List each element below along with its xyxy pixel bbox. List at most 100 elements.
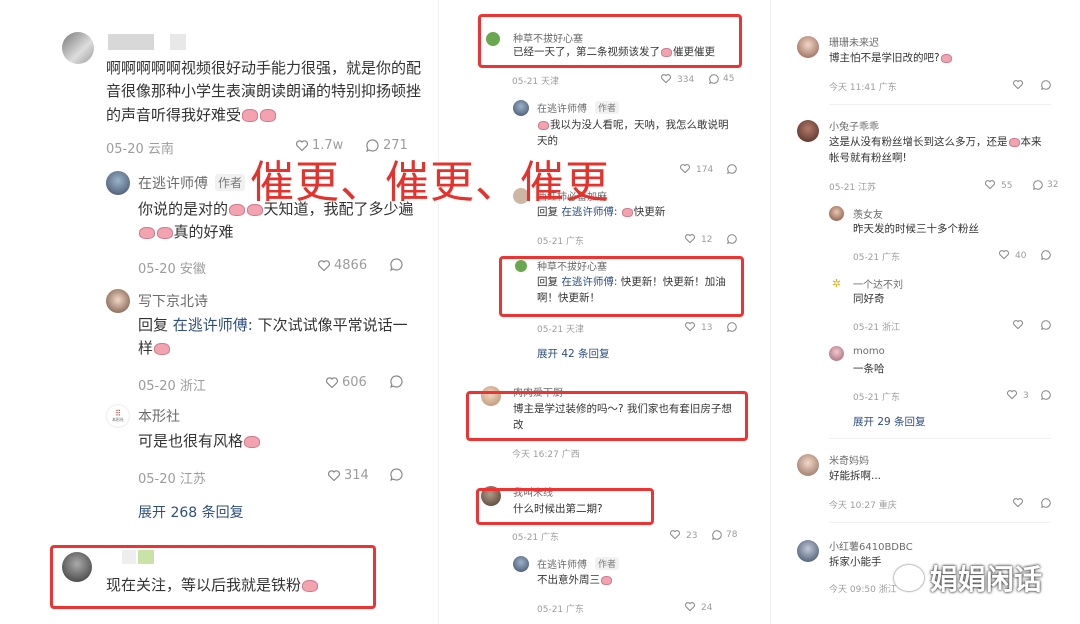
comment-button[interactable] <box>390 258 403 271</box>
reply-text: 回复 在逃许师傅: 下次试试像平常说话一 样 <box>138 316 408 358</box>
reply-mention[interactable]: 在逃许师傅: <box>173 316 253 334</box>
like-button[interactable] <box>1013 80 1025 91</box>
author-name[interactable]: 米奇妈妈 <box>829 452 869 467</box>
comment-date: 05-21 广东 <box>512 533 560 543</box>
comment-text: 博主怕不是学旧改的吧? <box>829 50 953 66</box>
reply-text: 昨天发的时候三十多个粉丝 <box>853 223 979 235</box>
author-name[interactable]: 写下京北诗 <box>138 291 208 311</box>
emoji-icon <box>538 121 550 130</box>
like-button[interactable]: 174 <box>680 164 713 175</box>
avatar[interactable] <box>106 289 130 313</box>
comment-button[interactable] <box>390 375 403 388</box>
like-button[interactable]: 334 <box>661 74 694 85</box>
author-name[interactable]: 小兔子乖乖 <box>829 118 879 133</box>
wechat-icon <box>893 565 924 591</box>
divider <box>829 522 1051 523</box>
reply-text: 可是也很有风格 <box>138 430 261 453</box>
reply-date: 05-21 浙江 <box>853 323 901 333</box>
comment-button[interactable] <box>1041 250 1051 260</box>
comment-icon <box>390 258 403 271</box>
author-tag: 作者 <box>215 174 246 191</box>
comment-date: 05-21 天津 <box>512 77 560 87</box>
like-button[interactable]: 3 <box>1007 390 1029 401</box>
author-name[interactable]: 本形社 <box>138 406 180 426</box>
like-button[interactable]: 40 <box>999 250 1026 261</box>
reply-date: 05-21 广东 <box>537 237 585 247</box>
author-name[interactable]: 在逃许师傅 <box>537 100 587 115</box>
comment-button[interactable] <box>727 164 737 174</box>
heart-icon <box>1013 80 1025 91</box>
heart-icon <box>1013 498 1025 509</box>
comment-button[interactable]: 32 <box>1033 180 1058 190</box>
heart-icon <box>685 602 697 613</box>
like-button[interactable]: 606 <box>326 375 367 390</box>
overlay-shout-text: 催更、催更、催更 <box>250 157 610 208</box>
comment-icon <box>1041 320 1051 330</box>
author-name[interactable]: 羡女友 <box>853 206 883 221</box>
highlight-box <box>478 14 742 68</box>
comment-button[interactable] <box>390 468 403 481</box>
comment-icon <box>727 164 737 174</box>
expand-replies-link[interactable]: 展开 29 条回复 <box>853 414 926 429</box>
expand-replies-link[interactable]: 展开 268 条回复 <box>138 502 244 522</box>
like-button[interactable]: 314 <box>328 468 369 483</box>
like-button[interactable]: 13 <box>685 322 712 333</box>
avatar[interactable] <box>513 556 529 572</box>
avatar[interactable] <box>62 32 94 64</box>
comment-button[interactable] <box>1041 498 1051 508</box>
like-button[interactable]: 55 <box>985 180 1012 191</box>
comment-text: 这是从没有粉丝增长到这么多万，还是 本来 帐号就有粉丝啊! <box>829 136 1042 165</box>
sun-icon[interactable]: ✲ <box>829 276 844 291</box>
avatar[interactable] <box>797 454 819 476</box>
comment-date: 今天 11:41 广东 <box>829 83 897 93</box>
author-name[interactable]: 珊珊未来迟 <box>829 34 879 49</box>
heart-icon <box>670 530 682 541</box>
author-name[interactable]: 小红薯6410BDBC <box>829 538 913 553</box>
avatar-label: 本形社 <box>112 417 124 422</box>
like-button[interactable] <box>1013 320 1025 331</box>
avatar[interactable] <box>797 120 819 142</box>
like-button[interactable]: 24 <box>685 602 712 613</box>
like-button[interactable]: 12 <box>685 234 712 245</box>
blurred-username <box>170 34 186 50</box>
avatar[interactable] <box>797 36 819 58</box>
avatar[interactable] <box>829 346 844 361</box>
author-tag: 作者 <box>595 101 620 114</box>
emoji-icon <box>229 203 245 216</box>
comment-button[interactable] <box>727 322 737 332</box>
comment-icon <box>727 234 737 244</box>
comment-button[interactable]: 45 <box>709 74 734 84</box>
author-name[interactable]: 在逃许师傅 <box>537 556 587 571</box>
emoji-icon <box>621 208 633 217</box>
comment-button[interactable] <box>1041 80 1051 90</box>
heart-icon <box>1013 320 1025 331</box>
author-name[interactable]: 在逃许师傅 <box>138 173 208 193</box>
emoji-icon <box>940 54 952 63</box>
comment-date: 今天 09:50 浙江 <box>829 585 897 595</box>
author-name[interactable]: 一个达不刘 <box>853 276 903 291</box>
comment-date: 今天 10:27 重庆 <box>829 501 897 511</box>
avatar[interactable] <box>513 100 529 116</box>
author-name[interactable]: momo <box>853 346 885 357</box>
comment-button[interactable]: 78 <box>712 530 737 540</box>
emoji-icon <box>154 342 170 356</box>
comment-button[interactable] <box>1041 390 1051 400</box>
divider <box>829 438 1051 439</box>
like-button[interactable]: 23 <box>670 530 697 541</box>
avatar[interactable] <box>106 171 130 195</box>
heart-icon <box>328 470 340 481</box>
heart-icon <box>685 322 697 333</box>
like-button[interactable]: 4866 <box>318 258 367 273</box>
comment-button[interactable] <box>727 234 737 244</box>
avatar[interactable] <box>797 540 819 562</box>
avatar[interactable]: ⠿ 本形社 <box>106 404 130 428</box>
avatar[interactable] <box>829 206 844 221</box>
comment-icon <box>1033 180 1043 190</box>
heart-icon <box>999 250 1011 261</box>
emoji-icon <box>156 226 173 240</box>
comment-date: 今天 16:27 广西 <box>512 450 580 460</box>
expand-replies-link[interactable]: 展开 42 条回复 <box>537 346 610 361</box>
comment-button[interactable] <box>1041 320 1051 330</box>
comment-date: 05-20 云南 <box>106 142 174 157</box>
like-button[interactable] <box>1013 498 1025 509</box>
